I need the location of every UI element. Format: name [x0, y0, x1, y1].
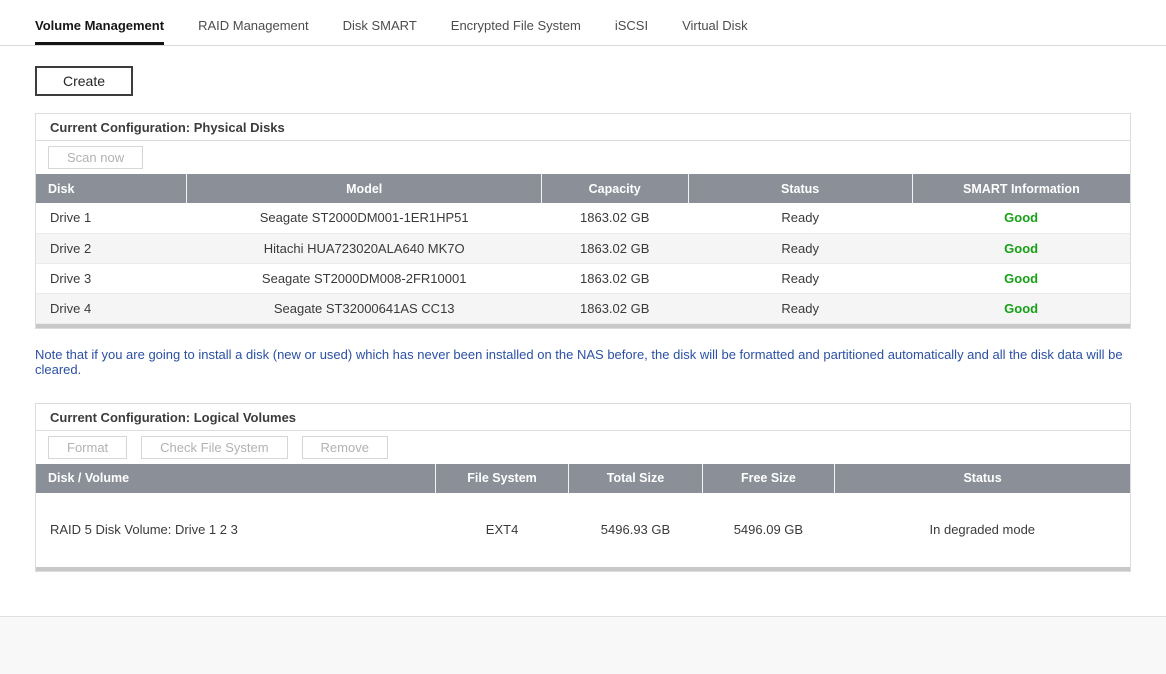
table-row-drive-1[interactable]: Drive 1 Seagate ST2000DM001-1ER1HP51 186… — [36, 203, 1130, 233]
capacity-cell: 1863.02 GB — [541, 233, 688, 263]
column-header-volume-status: Status — [835, 464, 1130, 493]
column-header-disk-volume: Disk / Volume — [36, 464, 435, 493]
volume-name-cell: RAID 5 Disk Volume: Drive 1 2 3 — [36, 493, 435, 567]
smart-status-cell: Good — [912, 263, 1130, 293]
disk-cell: Drive 4 — [36, 293, 187, 323]
physical-disks-panel: Current Configuration: Physical Disks Sc… — [35, 113, 1131, 329]
table-row-drive-4[interactable]: Drive 4 Seagate ST32000641AS CC13 1863.0… — [36, 293, 1130, 323]
smart-status-cell: Good — [912, 293, 1130, 323]
volume-status-cell: In degraded mode — [835, 493, 1130, 567]
disk-cell: Drive 3 — [36, 263, 187, 293]
column-header-total-size: Total Size — [569, 464, 702, 493]
free-size-cell: 5496.09 GB — [702, 493, 834, 567]
capacity-cell: 1863.02 GB — [541, 263, 688, 293]
disk-install-note: Note that if you are going to install a … — [35, 347, 1131, 377]
logical-volumes-table: Disk / Volume File System Total Size Fre… — [36, 464, 1130, 567]
physical-disks-table: Disk Model Capacity Status SMART Informa… — [36, 174, 1130, 324]
tab-disk-smart[interactable]: Disk SMART — [343, 18, 417, 45]
physical-disks-title: Current Configuration: Physical Disks — [36, 114, 1130, 141]
disk-cell: Drive 2 — [36, 233, 187, 263]
physical-disks-toolbar: Scan now — [36, 141, 1130, 174]
status-cell: Ready — [688, 263, 912, 293]
disk-cell: Drive 1 — [36, 203, 187, 233]
column-header-capacity: Capacity — [541, 174, 688, 203]
remove-button[interactable]: Remove — [302, 436, 388, 459]
column-header-file-system: File System — [435, 464, 568, 493]
total-size-cell: 5496.93 GB — [569, 493, 702, 567]
model-cell: Hitachi HUA723020ALA640 MK7O — [187, 233, 541, 263]
column-header-status: Status — [688, 174, 912, 203]
create-volume-button[interactable]: Create — [35, 66, 133, 96]
tab-raid-management[interactable]: RAID Management — [198, 18, 309, 45]
physical-disks-header-row: Disk Model Capacity Status SMART Informa… — [36, 174, 1130, 203]
table-row-raid5-volume[interactable]: RAID 5 Disk Volume: Drive 1 2 3 EXT4 549… — [36, 493, 1130, 567]
status-cell: Ready — [688, 233, 912, 263]
format-button[interactable]: Format — [48, 436, 127, 459]
file-system-cell: EXT4 — [435, 493, 568, 567]
logical-volumes-header-row: Disk / Volume File System Total Size Fre… — [36, 464, 1130, 493]
model-cell: Seagate ST2000DM008-2FR10001 — [187, 263, 541, 293]
capacity-cell: 1863.02 GB — [541, 203, 688, 233]
status-cell: Ready — [688, 203, 912, 233]
table-row-drive-3[interactable]: Drive 3 Seagate ST2000DM008-2FR10001 186… — [36, 263, 1130, 293]
tab-virtual-disk[interactable]: Virtual Disk — [682, 18, 748, 45]
tab-volume-management[interactable]: Volume Management — [35, 18, 164, 45]
logical-volumes-panel: Current Configuration: Logical Volumes F… — [35, 403, 1131, 572]
status-cell: Ready — [688, 293, 912, 323]
smart-status-cell: Good — [912, 233, 1130, 263]
logical-volumes-title: Current Configuration: Logical Volumes — [36, 404, 1130, 431]
smart-status-cell: Good — [912, 203, 1130, 233]
column-header-smart-information: SMART Information — [912, 174, 1130, 203]
tab-encrypted-file-system[interactable]: Encrypted File System — [451, 18, 581, 45]
column-header-free-size: Free Size — [702, 464, 834, 493]
main-content: Create Current Configuration: Physical D… — [0, 46, 1166, 572]
check-file-system-button[interactable]: Check File System — [141, 436, 287, 459]
footer-bar — [0, 616, 1166, 674]
column-header-model: Model — [187, 174, 541, 203]
table-row-drive-2[interactable]: Drive 2 Hitachi HUA723020ALA640 MK7O 186… — [36, 233, 1130, 263]
tab-iscsi[interactable]: iSCSI — [615, 18, 648, 45]
capacity-cell: 1863.02 GB — [541, 293, 688, 323]
model-cell: Seagate ST2000DM001-1ER1HP51 — [187, 203, 541, 233]
tab-bar: Volume Management RAID Management Disk S… — [0, 0, 1166, 46]
logical-volumes-toolbar: Format Check File System Remove — [36, 431, 1130, 464]
column-header-disk: Disk — [36, 174, 187, 203]
panel-bottom-strip — [36, 567, 1130, 571]
model-cell: Seagate ST32000641AS CC13 — [187, 293, 541, 323]
panel-bottom-strip — [36, 324, 1130, 328]
scan-now-button[interactable]: Scan now — [48, 146, 143, 169]
